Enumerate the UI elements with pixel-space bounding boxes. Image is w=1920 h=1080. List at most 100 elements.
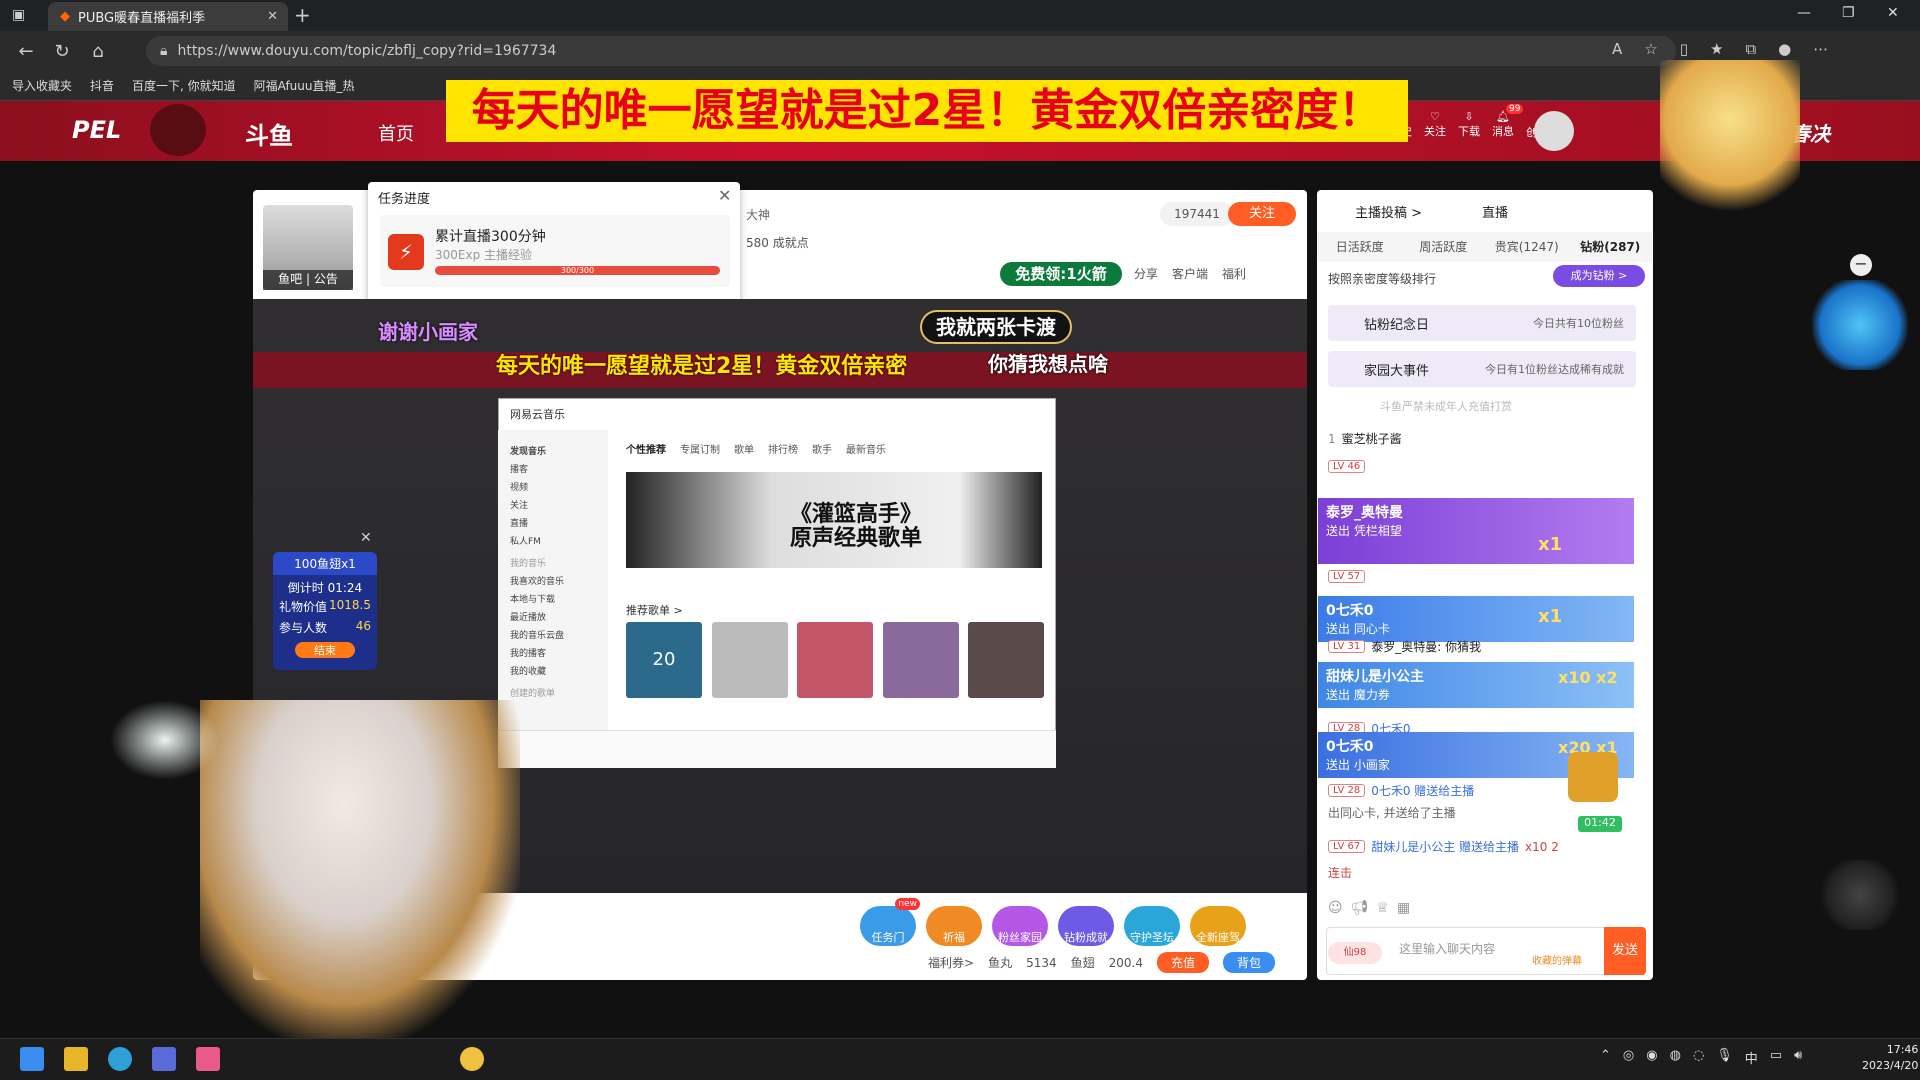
chat-row: LV 31 泰罗_奥特曼: 你猜我 [1328,638,1481,655]
client-button[interactable]: 客户端 [1172,265,1208,282]
messages-button[interactable]: 🔔︎ 消息 99 [1492,104,1524,140]
playlist-card [968,622,1044,698]
become-fan-button[interactable]: 成为钻粉 > [1553,265,1645,287]
user-avatar[interactable] [1534,111,1574,151]
read-aloud-icon[interactable]: A [1612,40,1622,58]
fishfin-label: 鱼翅 [1070,956,1095,970]
new-tab-icon[interactable]: + [294,3,311,27]
minimize-icon[interactable]: — [1797,5,1811,21]
netease-sidebar-item: 我喜欢的音乐 [510,577,565,587]
refresh-icon[interactable]: ↻ [44,41,80,62]
tab-actions-icon[interactable]: ▣ [12,7,25,23]
collapse-icon[interactable]: − [1850,254,1872,276]
lightning-icon: ⚡ [388,234,424,270]
gift-new-vehicle[interactable]: 全新座驾 [1190,906,1246,946]
chest-timer[interactable]: 01:42 [1578,816,1622,832]
battle-stats-icon[interactable] [1820,860,1900,930]
gift-guardian-altar[interactable]: 守护圣坛 [1124,906,1180,946]
douyu-logo[interactable]: 斗鱼 [245,116,293,151]
favorite-item[interactable]: 阿福Afuuu直播_热 [254,77,355,94]
live-link[interactable]: 直播 [1482,202,1508,221]
chat-top-bar: 主播投稿 > 直播 [1355,202,1508,221]
favorite-star-icon[interactable]: ☆ [1644,40,1657,58]
free-rocket-button[interactable]: 免费领:1火箭 [1000,262,1122,286]
netease-sidebar-item: 播客 [510,465,529,475]
close-window-icon[interactable]: ✕ [1887,5,1899,21]
recharge-button[interactable]: 充值 [1157,952,1210,973]
gift-task-door[interactable]: 任务门 new [860,898,920,946]
crown-icon[interactable]: ♕ [1376,900,1389,916]
achievement-points[interactable]: 580 成就点 [746,234,809,251]
playlist-card [883,622,959,698]
chevron-up-icon[interactable]: ⌃ [1600,1048,1611,1067]
fishball-value: 5134 [1026,955,1057,970]
microphone-icon[interactable]: 🎙︎ [1716,1048,1733,1067]
steam-icon[interactable]: ◍ [1670,1048,1681,1067]
back-icon[interactable]: ← [8,41,44,62]
ime-indicator[interactable]: 中 [1745,1048,1758,1067]
send-button[interactable]: 发送 [1604,927,1646,975]
participant-label: 参与人数 [279,621,328,635]
network-icon[interactable]: ▭ [1770,1048,1782,1067]
home-event-notice[interactable]: 家园大事件 今日有1位粉丝达成稀有成就 [1328,351,1636,387]
close-icon[interactable]: ✕ [360,530,372,546]
tab-diamond-fans[interactable]: 钻粉(287) [1569,232,1653,262]
gift-pray[interactable]: 祈福 [926,906,982,946]
lottery-countdown: 倒计时 01:24 [287,581,363,595]
bag-button[interactable]: 背包 [1223,952,1276,973]
favorite-item[interactable]: 抖音 [90,77,114,94]
lottery-end-button[interactable]: 结束 [295,642,355,658]
tab-vip[interactable]: 贵宾(1247) [1485,232,1569,262]
yuba-announcement[interactable]: 鱼吧 | 公告 [263,270,353,290]
coupon-link[interactable]: 福利券> [928,954,974,971]
follower-count: 197441 [1160,202,1234,226]
restore-icon[interactable]: ❐ [1842,5,1855,21]
close-tab-icon[interactable]: ✕ [267,9,278,24]
split-screen-icon[interactable]: ▯ [1680,40,1688,58]
collections-icon[interactable]: ⧉ [1745,40,1756,58]
app-icon[interactable] [460,1047,484,1071]
tray-app-icon[interactable]: ◉ [1646,1048,1657,1067]
favorite-item[interactable]: 百度一下, 你就知道 [132,77,236,94]
gift-fan-achievement[interactable]: 钻粉成就 [1058,906,1114,946]
fan-anniversary-notice[interactable]: 钻粉纪念日 今日共有10位粉丝 [1328,305,1636,341]
gift-value-label: 礼物价值 [279,600,328,614]
volume-icon[interactable]: 🔊︎ [1794,1048,1802,1067]
tray-app-icon[interactable]: ◎ [1623,1048,1634,1067]
share-button[interactable]: 分享 [1134,265,1158,282]
gift-fan-home[interactable]: 粉丝家园 [992,906,1048,946]
style-icon[interactable]: ▦ [1397,900,1410,916]
store-icon[interactable] [152,1047,176,1071]
megaphone-icon[interactable]: 📢︎ [1351,900,1369,916]
emoji-icon[interactable]: ☺ [1328,900,1343,916]
more-icon[interactable]: ⋯ [1813,40,1828,58]
anchor-mission-icon[interactable] [1812,280,1908,370]
treasure-chest-icon[interactable] [1568,752,1618,802]
tab-daily-active[interactable]: 日活跃度 [1318,232,1402,262]
close-icon[interactable]: ✕ [718,186,731,205]
home-icon[interactable]: ⌂ [80,41,116,62]
profile-avatar[interactable]: ● [1778,40,1791,58]
start-icon[interactable] [20,1047,44,1071]
follow-button[interactable]: 关注 [1228,202,1296,226]
download-button[interactable]: ⇩ 下载 [1458,110,1480,140]
follow-list-button[interactable]: ♡ 关注 [1424,110,1446,140]
video-banner-text: 每天的唯一愿望就是过2星！黄金双倍亲密 [496,354,908,379]
favorite-danmaku[interactable]: 收藏的弹幕 [1532,952,1582,967]
browser-tab[interactable]: ◆ PUBG暖春直播福利季 ✕ [48,2,288,31]
address-bar[interactable]: 🔒︎ https://www.douyu.com/topic/zbflj_cop… [146,36,1676,66]
tab-weekly-active[interactable]: 周活跃度 [1402,232,1486,262]
streamer-submission-link[interactable]: 主播投稿 > [1355,202,1422,221]
favorite-item[interactable]: 导入收藏夹 [12,77,72,94]
home-link[interactable]: 首页 [378,120,414,146]
system-clock[interactable]: 17:46 2023/4/20 [1862,1042,1918,1074]
netease-sidebar-item: 私人FM [510,537,541,547]
wallet-row: 福利券> 鱼丸 5134 鱼翅 200.4 充值 背包 [928,952,1276,973]
app-icon[interactable] [196,1047,220,1071]
tab-favicon-icon: ◆ [60,9,70,24]
edge-icon[interactable] [108,1047,132,1071]
tray-app-icon[interactable]: ◌ [1693,1048,1704,1067]
welfare-button[interactable]: 福利 [1222,265,1246,282]
favorites-icon[interactable]: ★ [1710,40,1723,58]
file-explorer-icon[interactable] [64,1047,88,1071]
